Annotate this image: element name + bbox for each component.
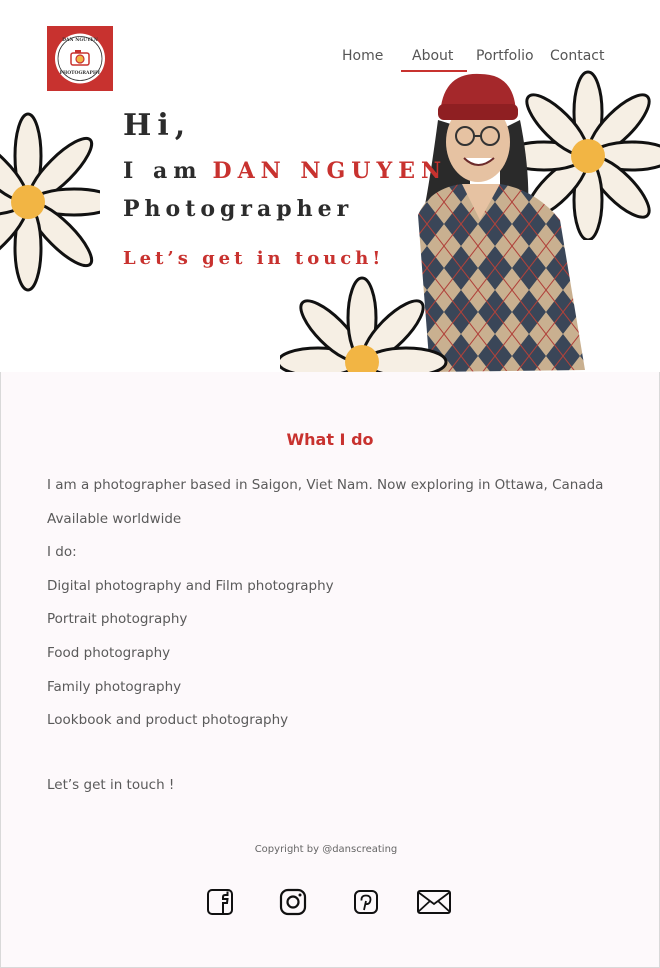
hero-intro: I am xyxy=(123,158,203,184)
logo-top-text: DAN NGUYEN xyxy=(62,38,98,43)
hero-cta[interactable]: Let’s get in touch! xyxy=(123,248,384,269)
hero-intro-line: I am DAN NGUYEN xyxy=(123,158,447,184)
nav-home[interactable]: Home xyxy=(342,48,383,64)
nav-contact[interactable]: Contact xyxy=(550,48,604,64)
about-closing: Let’s get in touch ! xyxy=(47,777,175,793)
nav-active-indicator xyxy=(401,70,467,72)
nav-portfolio[interactable]: Portfolio xyxy=(476,48,534,64)
nav-about[interactable]: About xyxy=(412,48,453,64)
about-line: Food photography xyxy=(47,645,171,661)
instagram-icon[interactable] xyxy=(277,886,309,918)
about-line: I am a photographer based in Saigon, Vie… xyxy=(47,477,604,493)
mail-icon[interactable] xyxy=(416,886,452,918)
copyright-text: Copyright by @danscreating xyxy=(254,844,398,855)
about-line: Family photography xyxy=(47,679,182,695)
daisy-illustration-left xyxy=(0,112,100,292)
about-line: Available worldwide xyxy=(47,511,182,527)
daisy-illustration-bottom xyxy=(280,276,448,372)
about-line: Portrait photography xyxy=(47,611,188,627)
hero-greeting: Hi, xyxy=(123,108,192,143)
hero-section: DAN NGUYEN PHOTOGRAPHY Home About Portfo… xyxy=(0,0,660,372)
hero-role: Photographer xyxy=(123,196,354,222)
main-nav: Home About Portfolio Contact xyxy=(330,48,620,78)
about-line: Lookbook and product photography xyxy=(47,712,289,728)
about-line: Digital photography and Film photography xyxy=(47,578,334,594)
pinterest-icon[interactable] xyxy=(350,886,382,918)
section-title: What I do xyxy=(286,430,374,449)
brand-logo[interactable]: DAN NGUYEN PHOTOGRAPHY xyxy=(47,26,113,91)
facebook-icon[interactable] xyxy=(204,886,236,918)
logo-bottom-text: PHOTOGRAPHY xyxy=(59,71,101,76)
hero-name: DAN NGUYEN xyxy=(212,158,448,184)
about-line: I do: xyxy=(47,544,77,560)
camera-logo-icon xyxy=(55,33,105,84)
